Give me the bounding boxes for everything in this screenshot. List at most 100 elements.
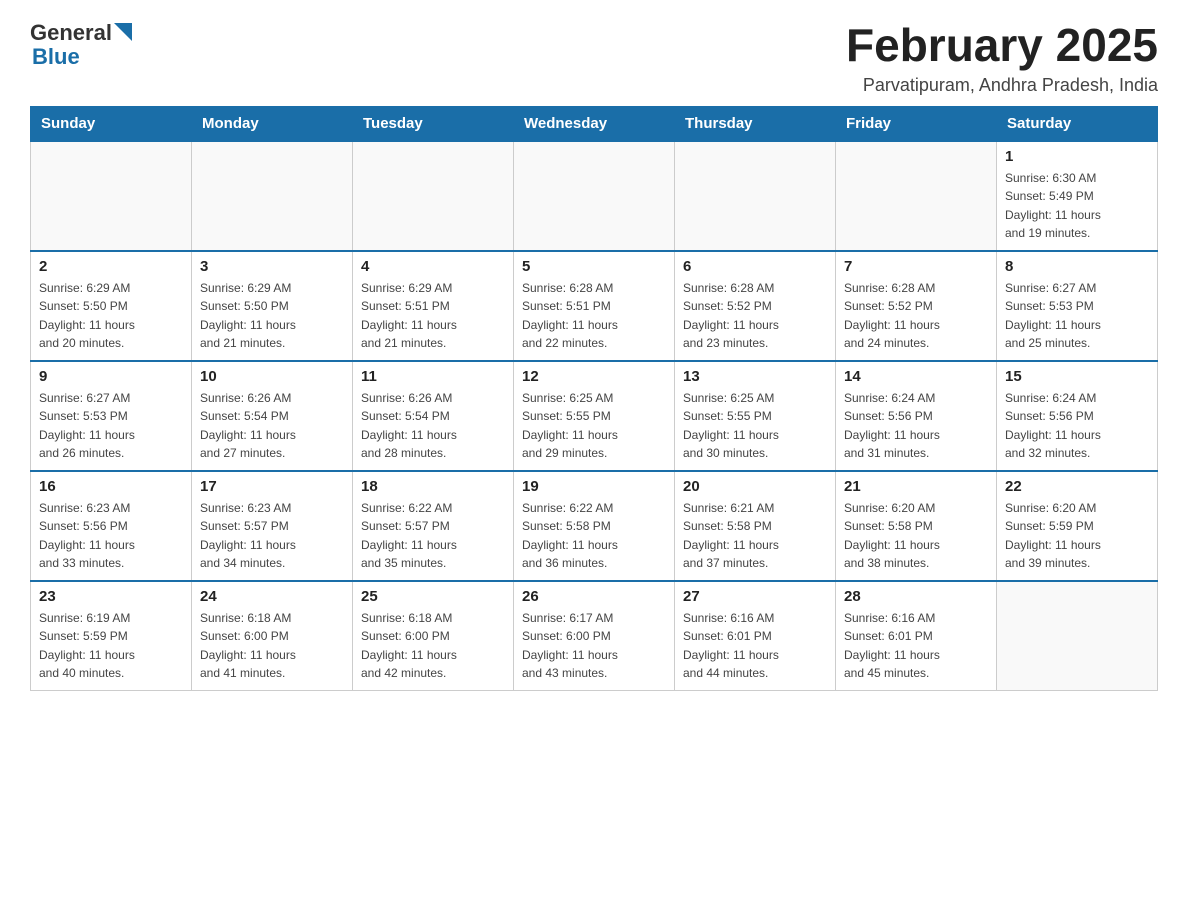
day-info: Sunrise: 6:26 AM Sunset: 5:54 PM Dayligh… [361,389,505,463]
calendar-day-cell [192,141,353,251]
day-info: Sunrise: 6:23 AM Sunset: 5:57 PM Dayligh… [200,499,344,573]
calendar-day-cell: 27 Sunrise: 6:16 AM Sunset: 6:01 PM Dayli… [675,581,836,691]
calendar-day-cell: 17 Sunrise: 6:23 AM Sunset: 5:57 PM Dayli… [192,471,353,581]
calendar-day-cell: 4 Sunrise: 6:29 AM Sunset: 5:51 PM Daylig… [353,251,514,361]
day-info: Sunrise: 6:29 AM Sunset: 5:50 PM Dayligh… [39,279,183,353]
day-info: Sunrise: 6:18 AM Sunset: 6:00 PM Dayligh… [361,609,505,683]
calendar-day-cell [997,581,1158,691]
calendar-day-cell: 15 Sunrise: 6:24 AM Sunset: 5:56 PM Dayli… [997,361,1158,471]
calendar-week-row: 16 Sunrise: 6:23 AM Sunset: 5:56 PM Dayli… [31,471,1158,581]
day-info: Sunrise: 6:27 AM Sunset: 5:53 PM Dayligh… [1005,279,1149,353]
day-number: 10 [200,368,344,385]
day-number: 8 [1005,258,1149,275]
calendar-week-row: 9Sunrise: 6:27 AM Sunset: 5:53 PM Daylig… [31,361,1158,471]
day-number: 12 [522,368,666,385]
day-info: Sunrise: 6:29 AM Sunset: 5:51 PM Dayligh… [361,279,505,353]
day-number: 5 [522,258,666,275]
calendar-day-cell: 1 Sunrise: 6:30 AM Sunset: 5:49 PM Daylig… [997,141,1158,251]
day-number: 13 [683,368,827,385]
calendar-table: SundayMondayTuesdayWednesdayThursdayFrid… [30,106,1158,692]
day-number: 17 [200,478,344,495]
day-info: Sunrise: 6:24 AM Sunset: 5:56 PM Dayligh… [1005,389,1149,463]
calendar-week-row: 1 Sunrise: 6:30 AM Sunset: 5:49 PM Daylig… [31,141,1158,251]
calendar-day-cell [514,141,675,251]
page-subtitle: Parvatipuram, Andhra Pradesh, India [846,75,1158,96]
calendar-day-cell: 16 Sunrise: 6:23 AM Sunset: 5:56 PM Dayli… [31,471,192,581]
day-number: 11 [361,368,505,385]
calendar-day-cell: 12 Sunrise: 6:25 AM Sunset: 5:55 PM Dayli… [514,361,675,471]
day-number: 22 [1005,478,1149,495]
calendar-day-cell: 2 Sunrise: 6:29 AM Sunset: 5:50 PM Daylig… [31,251,192,361]
day-info: Sunrise: 6:19 AM Sunset: 5:59 PM Dayligh… [39,609,183,683]
day-number: 25 [361,588,505,605]
day-info: Sunrise: 6:20 AM Sunset: 5:58 PM Dayligh… [844,499,988,573]
calendar-day-cell: 28Sunrise: 6:16 AM Sunset: 6:01 PM Dayli… [836,581,997,691]
day-info: Sunrise: 6:28 AM Sunset: 5:52 PM Dayligh… [683,279,827,353]
day-number: 27 [683,588,827,605]
day-info: Sunrise: 6:24 AM Sunset: 5:56 PM Dayligh… [844,389,988,463]
day-number: 20 [683,478,827,495]
calendar-day-cell: 3 Sunrise: 6:29 AM Sunset: 5:50 PM Daylig… [192,251,353,361]
calendar-day-cell [31,141,192,251]
weekday-header-wednesday: Wednesday [514,106,675,141]
logo-general-text: General [30,20,112,46]
day-number: 2 [39,258,183,275]
day-info: Sunrise: 6:16 AM Sunset: 6:01 PM Dayligh… [683,609,827,683]
day-info: Sunrise: 6:29 AM Sunset: 5:50 PM Dayligh… [200,279,344,353]
day-info: Sunrise: 6:16 AM Sunset: 6:01 PM Dayligh… [844,609,988,683]
day-info: Sunrise: 6:23 AM Sunset: 5:56 PM Dayligh… [39,499,183,573]
logo-blue-text: Blue [32,44,80,70]
day-info: Sunrise: 6:18 AM Sunset: 6:00 PM Dayligh… [200,609,344,683]
calendar-day-cell: 8 Sunrise: 6:27 AM Sunset: 5:53 PM Daylig… [997,251,1158,361]
calendar-day-cell: 22 Sunrise: 6:20 AM Sunset: 5:59 PM Dayli… [997,471,1158,581]
weekday-header-sunday: Sunday [31,106,192,141]
weekday-header-friday: Friday [836,106,997,141]
day-info: Sunrise: 6:22 AM Sunset: 5:58 PM Dayligh… [522,499,666,573]
weekday-header-thursday: Thursday [675,106,836,141]
day-number: 19 [522,478,666,495]
calendar-day-cell: 7 Sunrise: 6:28 AM Sunset: 5:52 PM Daylig… [836,251,997,361]
day-info: Sunrise: 6:17 AM Sunset: 6:00 PM Dayligh… [522,609,666,683]
day-number: 1 [1005,148,1149,165]
day-number: 16 [39,478,183,495]
day-number: 6 [683,258,827,275]
title-block: February 2025 Parvatipuram, Andhra Prade… [846,20,1158,96]
day-number: 24 [200,588,344,605]
day-info: Sunrise: 6:28 AM Sunset: 5:52 PM Dayligh… [844,279,988,353]
weekday-header-saturday: Saturday [997,106,1158,141]
page-header: General Blue February 2025 Parvatipuram,… [30,20,1158,96]
calendar-header-row: SundayMondayTuesdayWednesdayThursdayFrid… [31,106,1158,141]
day-number: 9 [39,368,183,385]
calendar-week-row: 23 Sunrise: 6:19 AM Sunset: 5:59 PM Dayli… [31,581,1158,691]
weekday-header-tuesday: Tuesday [353,106,514,141]
day-info: Sunrise: 6:25 AM Sunset: 5:55 PM Dayligh… [522,389,666,463]
day-number: 3 [200,258,344,275]
logo-triangle-icon [114,23,132,45]
logo: General Blue [30,20,132,70]
day-info: Sunrise: 6:20 AM Sunset: 5:59 PM Dayligh… [1005,499,1149,573]
day-number: 21 [844,478,988,495]
calendar-day-cell: 19 Sunrise: 6:22 AM Sunset: 5:58 PM Dayli… [514,471,675,581]
calendar-day-cell: 5Sunrise: 6:28 AM Sunset: 5:51 PM Daylig… [514,251,675,361]
day-number: 23 [39,588,183,605]
day-number: 4 [361,258,505,275]
calendar-day-cell: 14 Sunrise: 6:24 AM Sunset: 5:56 PM Dayli… [836,361,997,471]
day-number: 15 [1005,368,1149,385]
calendar-day-cell [353,141,514,251]
calendar-day-cell: 13 Sunrise: 6:25 AM Sunset: 5:55 PM Dayli… [675,361,836,471]
calendar-day-cell: 26 Sunrise: 6:17 AM Sunset: 6:00 PM Dayli… [514,581,675,691]
day-number: 14 [844,368,988,385]
weekday-header-monday: Monday [192,106,353,141]
day-info: Sunrise: 6:26 AM Sunset: 5:54 PM Dayligh… [200,389,344,463]
calendar-day-cell: 25 Sunrise: 6:18 AM Sunset: 6:00 PM Dayli… [353,581,514,691]
day-info: Sunrise: 6:25 AM Sunset: 5:55 PM Dayligh… [683,389,827,463]
calendar-day-cell: 24 Sunrise: 6:18 AM Sunset: 6:00 PM Dayli… [192,581,353,691]
day-number: 7 [844,258,988,275]
day-number: 26 [522,588,666,605]
day-info: Sunrise: 6:22 AM Sunset: 5:57 PM Dayligh… [361,499,505,573]
calendar-day-cell: 9Sunrise: 6:27 AM Sunset: 5:53 PM Daylig… [31,361,192,471]
calendar-body: 1 Sunrise: 6:30 AM Sunset: 5:49 PM Daylig… [31,141,1158,691]
day-info: Sunrise: 6:30 AM Sunset: 5:49 PM Dayligh… [1005,169,1149,243]
calendar-day-cell: 11 Sunrise: 6:26 AM Sunset: 5:54 PM Dayli… [353,361,514,471]
calendar-day-cell: 6 Sunrise: 6:28 AM Sunset: 5:52 PM Daylig… [675,251,836,361]
